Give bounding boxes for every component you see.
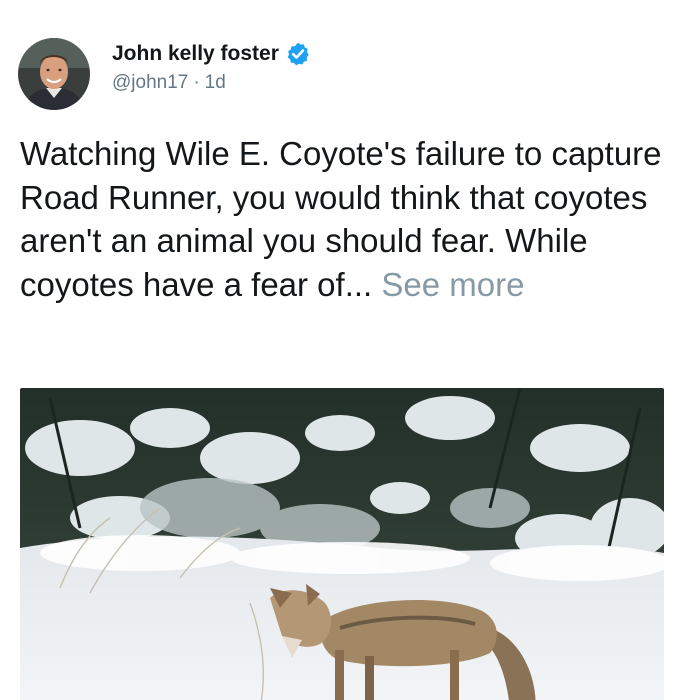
handle[interactable]: @john17 [112, 72, 188, 94]
timestamp[interactable]: 1d [205, 72, 226, 94]
coyote-in-snow-photo [20, 388, 664, 700]
tweet-photo[interactable] [20, 388, 664, 700]
avatar[interactable] [18, 38, 90, 110]
profile-photo [18, 38, 90, 110]
display-name[interactable]: John kelly foster [112, 42, 279, 66]
verified-badge-icon [287, 42, 309, 66]
tweet-card: John kelly foster @john17 · 1d Watching … [0, 0, 700, 700]
see-more-link[interactable]: See more [381, 266, 524, 303]
tweet-body: Watching Wile E. Coyote's failure to cap… [20, 135, 662, 303]
name-row: John kelly foster [112, 40, 311, 68]
meta-separator: · [193, 72, 200, 93]
author-block: John kelly foster @john17 · 1d [112, 40, 311, 94]
meta-row: @john17 · 1d [112, 72, 311, 94]
tweet-text: Watching Wile E. Coyote's failure to cap… [20, 132, 685, 306]
